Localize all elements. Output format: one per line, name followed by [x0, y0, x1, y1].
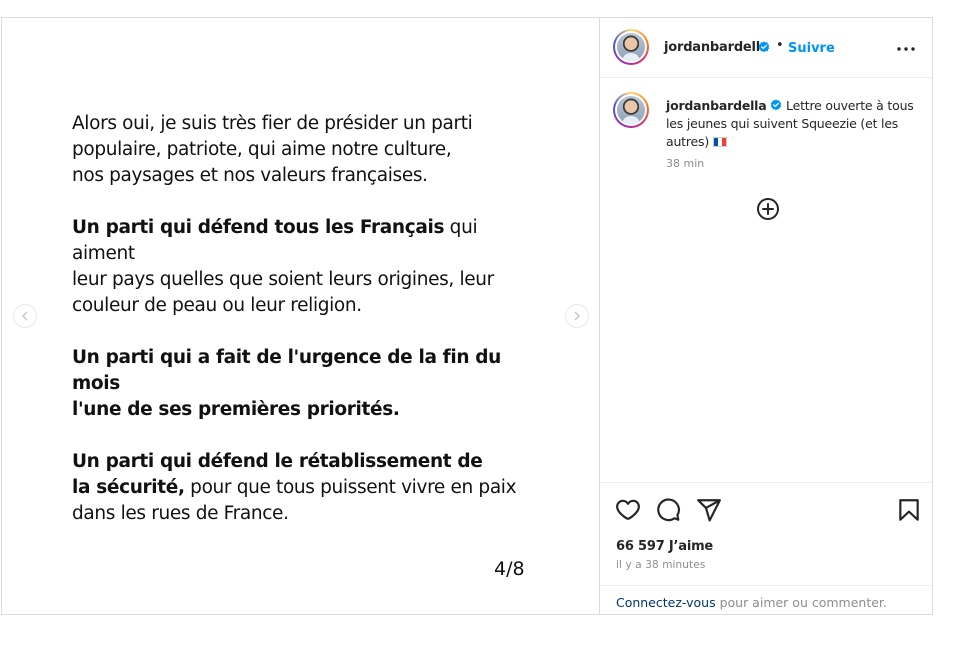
heart-icon[interactable]: [615, 497, 641, 523]
header-separator: •: [776, 38, 784, 53]
post-header: jordanbardella • Suivre: [600, 18, 932, 78]
bookmark-icon[interactable]: [896, 497, 922, 523]
chevron-right-icon: [574, 311, 580, 321]
verified-badge-icon: [771, 99, 782, 111]
letter-paragraph-4: Un parti qui défend le rétablissement de…: [72, 449, 542, 527]
plus-circle-icon[interactable]: [756, 197, 780, 221]
verified-badge-icon: [758, 41, 770, 53]
slide-page-counter: 4/8: [494, 558, 525, 580]
post-sidebar: jordanbardella • Suivre jordanbardella L…: [600, 18, 932, 614]
profile-photo: [617, 33, 645, 61]
letter-paragraph-2-bold: Un parti qui défend tous les Français: [72, 217, 445, 238]
post-timestamp[interactable]: il y a 38 minutes: [616, 559, 705, 571]
caption-timestamp[interactable]: 38 min: [666, 157, 704, 170]
comment-bubble-icon[interactable]: [655, 497, 681, 523]
caption-author-avatar[interactable]: [613, 92, 649, 128]
login-prompt-text: pour aimer ou commenter.: [715, 595, 887, 610]
post-actions-bar: [600, 482, 932, 522]
next-slide-button[interactable]: [565, 304, 589, 328]
letter-paragraph-2: Un parti qui défend tous les Français qu…: [72, 215, 542, 319]
more-options-icon[interactable]: [896, 46, 916, 52]
chevron-left-icon: [22, 311, 28, 321]
likes-count[interactable]: 66 597 J’aime: [616, 539, 713, 554]
paper-plane-icon[interactable]: [696, 497, 722, 523]
caption-username[interactable]: jordanbardella: [666, 98, 767, 113]
author-username[interactable]: jordanbardella: [664, 40, 769, 55]
follow-button[interactable]: Suivre: [788, 41, 835, 56]
letter-paragraph-1: Alors oui, je suis très fier de présider…: [72, 113, 473, 186]
caption-profile-photo: [617, 96, 645, 124]
letter-paragraph-3: Un parti qui a fait de l'urgence de la f…: [72, 345, 542, 423]
post-media[interactable]: Alors oui, je suis très fier de présider…: [2, 18, 600, 614]
flag-france-icon: [712, 137, 727, 147]
author-avatar[interactable]: [613, 29, 649, 65]
instagram-post: Alors oui, je suis très fier de présider…: [1, 17, 933, 615]
previous-slide-button[interactable]: [13, 304, 37, 328]
open-letter-text: Alors oui, je suis très fier de présider…: [72, 111, 542, 553]
login-link[interactable]: Connectez-vous: [616, 595, 716, 610]
login-prompt: Connectez-vous pour aimer ou commenter.: [600, 585, 932, 614]
letter-paragraph-3-bold: Un parti qui a fait de l'urgence de la f…: [72, 347, 501, 420]
post-caption: jordanbardella Lettre ouverte à tous les…: [666, 97, 916, 151]
